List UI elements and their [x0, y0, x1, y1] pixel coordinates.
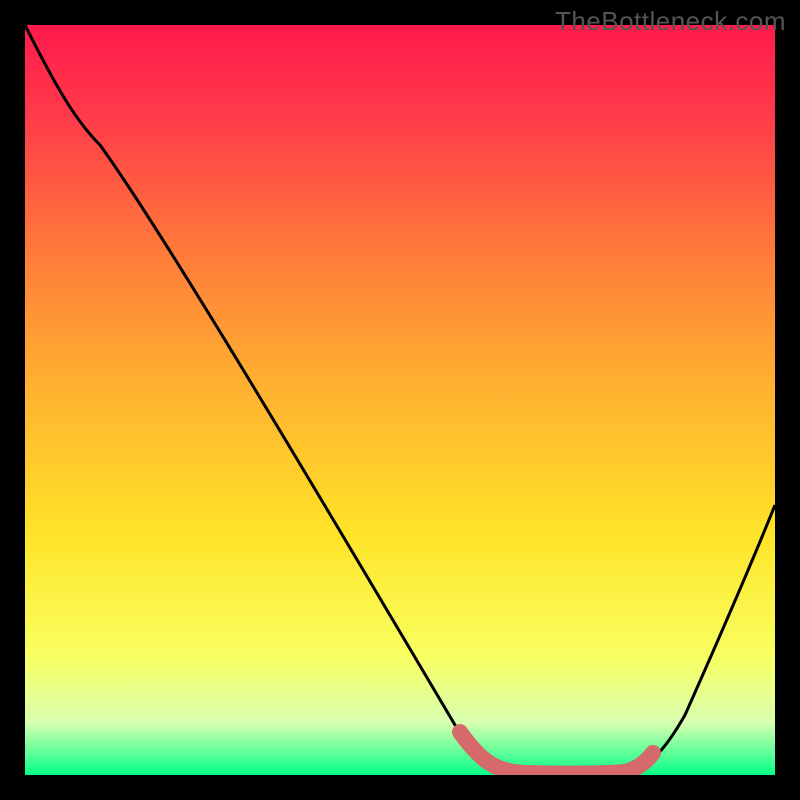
gradient-background: [25, 25, 775, 775]
chart-frame: TheBottleneck.com: [0, 0, 800, 800]
watermark-text: TheBottleneck.com: [555, 6, 786, 37]
bottleneck-chart: [25, 25, 775, 775]
